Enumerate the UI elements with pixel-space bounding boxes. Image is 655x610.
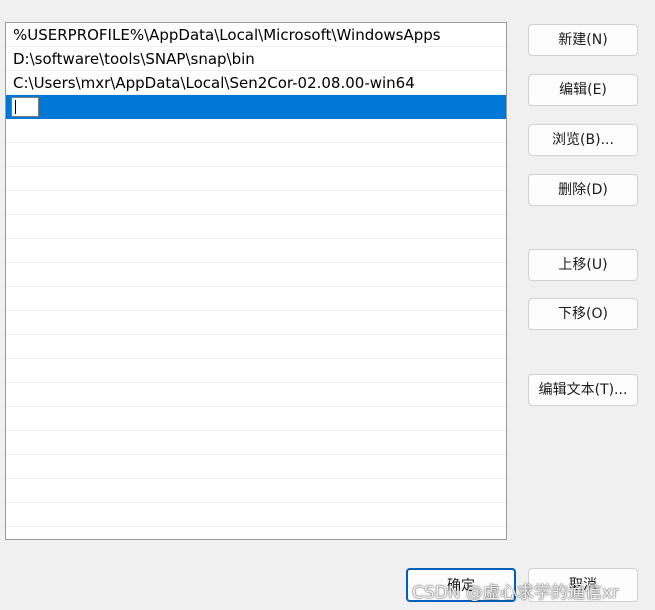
ok-button[interactable]: 确定 — [406, 568, 516, 602]
empty-row — [6, 287, 506, 311]
path-list[interactable]: %USERPROFILE%\AppData\Local\Microsoft\Wi… — [5, 22, 507, 540]
empty-row — [6, 167, 506, 191]
new-button[interactable]: 新建(N) — [528, 24, 638, 56]
path-entry-new-selected[interactable] — [6, 95, 506, 119]
empty-row — [6, 191, 506, 215]
empty-row — [6, 335, 506, 359]
move-down-button[interactable]: 下移(O) — [528, 298, 638, 330]
path-entry-3[interactable]: C:\Users\mxr\AppData\Local\Sen2Cor-02.08… — [6, 71, 506, 95]
empty-row — [6, 215, 506, 239]
text-caret — [15, 100, 16, 114]
empty-row — [6, 239, 506, 263]
empty-row — [6, 479, 506, 503]
browse-button[interactable]: 浏览(B)... — [528, 124, 638, 156]
empty-row — [6, 143, 506, 167]
edit-button[interactable]: 编辑(E) — [528, 74, 638, 106]
empty-row — [6, 455, 506, 479]
empty-row — [6, 311, 506, 335]
edit-text-button[interactable]: 编辑文本(T)... — [528, 374, 638, 406]
empty-row — [6, 431, 506, 455]
cancel-button[interactable]: 取消 — [528, 568, 638, 602]
empty-row — [6, 383, 506, 407]
path-entry-1[interactable]: %USERPROFILE%\AppData\Local\Microsoft\Wi… — [6, 23, 506, 47]
empty-row — [6, 527, 506, 539]
empty-row — [6, 407, 506, 431]
empty-row — [6, 503, 506, 527]
move-up-button[interactable]: 上移(U) — [528, 249, 638, 281]
empty-row — [6, 359, 506, 383]
delete-button[interactable]: 删除(D) — [528, 174, 638, 206]
path-edit-input[interactable] — [11, 97, 39, 117]
empty-row — [6, 263, 506, 287]
path-entry-2[interactable]: D:\software\tools\SNAP\snap\bin — [6, 47, 506, 71]
empty-row — [6, 119, 506, 143]
